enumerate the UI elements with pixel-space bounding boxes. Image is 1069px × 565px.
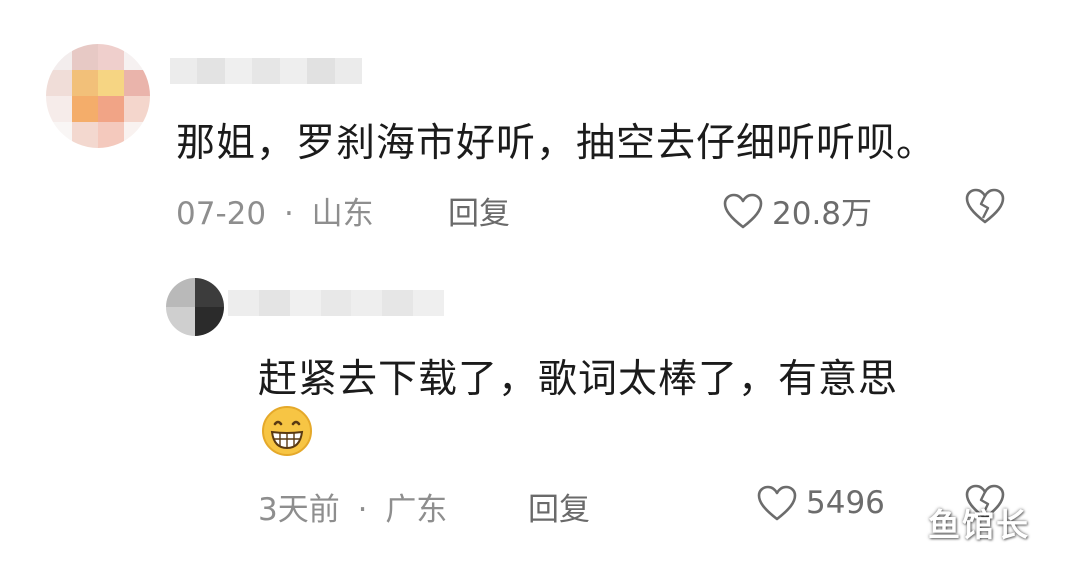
avatar-pixel	[72, 44, 98, 70]
username-blur-block	[224, 58, 253, 84]
like-button[interactable]: 5496	[756, 484, 885, 522]
heart-outline-icon	[722, 192, 764, 230]
avatar-pixel	[124, 96, 150, 122]
watermark: 鱼馆长	[928, 506, 1031, 544]
meta-separator: ·	[357, 492, 368, 528]
avatar-pixel	[166, 278, 195, 307]
commenter-username-blurred[interactable]	[170, 58, 362, 84]
heart-outline-icon	[756, 484, 798, 522]
like-count: 20.8万	[772, 196, 873, 232]
avatar-pixel	[72, 122, 98, 148]
reply-button[interactable]: 回复	[528, 484, 590, 529]
reply-comment-text: 赶紧去下载了，歌词太棒了，有意思	[258, 357, 899, 402]
username-blur-block	[413, 290, 444, 316]
reply-commenter-username-blurred[interactable]	[228, 290, 444, 316]
avatar-pixel	[46, 122, 72, 148]
avatar-pixel	[98, 122, 124, 148]
reply-commenter-avatar[interactable]	[166, 278, 224, 336]
username-blur-block	[307, 58, 335, 84]
reply-button[interactable]: 回复	[448, 188, 510, 233]
broken-heart-icon	[964, 188, 1006, 230]
username-blur-block	[320, 290, 352, 316]
avatar-pixel	[72, 70, 98, 96]
avatar-pixel	[195, 307, 224, 336]
avatar-pixel	[46, 44, 72, 70]
username-blur-block	[382, 290, 414, 316]
comment-date: 07-20	[176, 196, 267, 232]
avatar-pixel	[166, 307, 195, 336]
commenter-avatar[interactable]	[46, 44, 150, 148]
avatar-pixel	[124, 70, 150, 96]
like-button[interactable]: 20.8万	[722, 188, 872, 233]
username-blur-block	[279, 58, 308, 84]
reply-comment-date: 3天前	[258, 492, 340, 528]
username-blur-block	[170, 58, 198, 84]
username-blur-block	[228, 290, 259, 316]
username-blur-block	[197, 58, 225, 84]
reply-comment-meta: 3天前 · 广东	[258, 484, 447, 529]
avatar-pixel	[46, 70, 72, 96]
avatar-pixel	[72, 96, 98, 122]
username-blur-block	[252, 58, 280, 84]
avatar-pixel	[124, 122, 150, 148]
avatar-pixel	[98, 44, 124, 70]
username-blur-block	[258, 290, 290, 316]
comment-text: 那姐，罗刹海市好听，抽空去仔细听听呗。	[176, 121, 937, 166]
like-count: 5496	[806, 485, 885, 521]
meta-separator: ·	[283, 196, 294, 232]
comment-meta: 07-20 · 山东	[176, 188, 374, 233]
username-blur-block	[289, 290, 321, 316]
dislike-button[interactable]	[964, 186, 1006, 230]
avatar-pixel	[195, 278, 224, 307]
grinning-face-icon	[258, 404, 316, 462]
comment-location: 山东	[311, 196, 374, 232]
avatar-pixel	[98, 96, 124, 122]
avatar-pixel	[46, 96, 72, 122]
avatar-pixel	[98, 70, 124, 96]
reply-comment-location: 广东	[385, 492, 448, 528]
avatar-pixel	[124, 44, 150, 70]
username-blur-block	[334, 58, 362, 84]
username-blur-block	[351, 290, 383, 316]
